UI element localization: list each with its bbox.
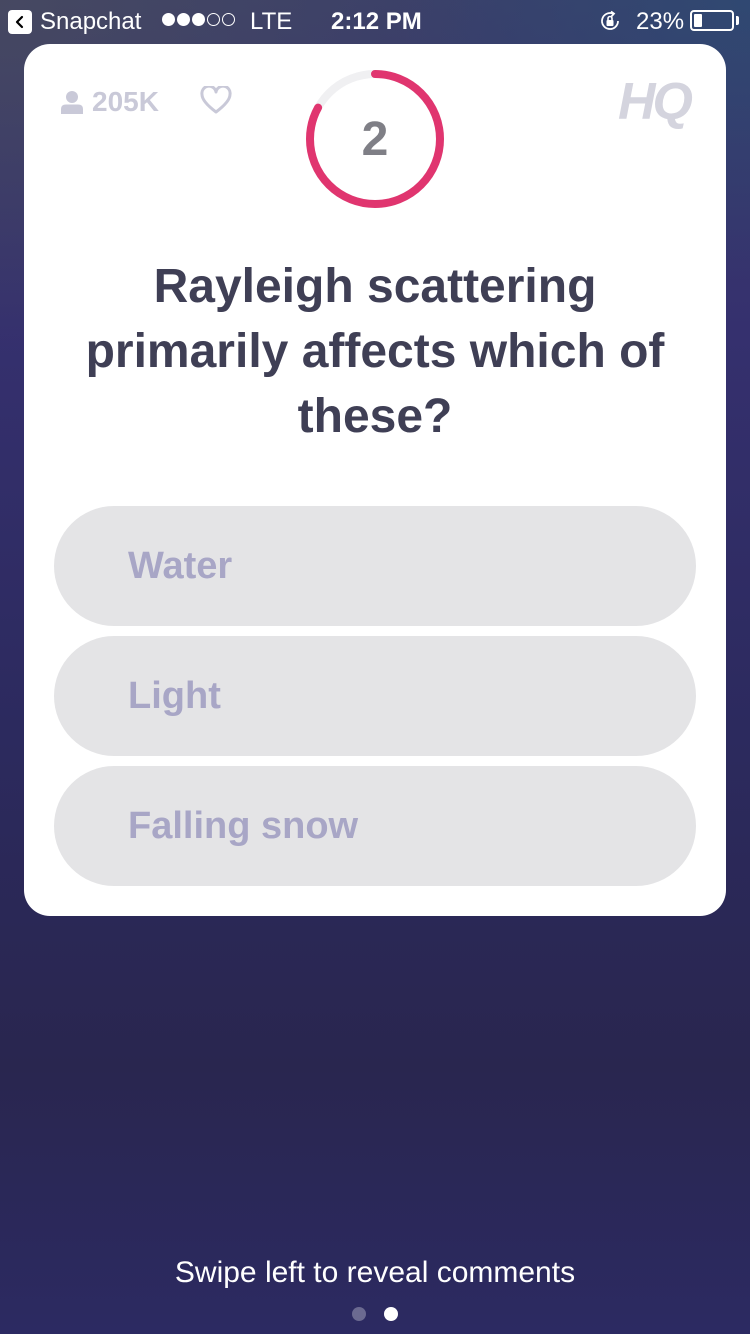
signal-dot — [177, 13, 190, 26]
signal-dot — [222, 13, 235, 26]
battery-icon — [690, 10, 734, 31]
battery-tip — [736, 16, 739, 25]
answer-option-label: Water — [128, 544, 233, 587]
back-to-app-link[interactable]: Snapchat — [8, 8, 141, 36]
battery-percent: 23% — [636, 8, 685, 35]
page-dot[interactable] — [352, 1307, 366, 1321]
heart-icon[interactable] — [200, 86, 232, 114]
question-text: Rayleigh scattering primarily affects wh… — [85, 260, 665, 443]
carrier-label: LTE — [250, 8, 293, 35]
person-icon — [61, 91, 83, 114]
question-card: 205K HQ 2 Rayleigh scattering primarily … — [24, 44, 726, 916]
hq-logo: HQ — [618, 73, 693, 131]
countdown-number: 2 — [361, 112, 389, 166]
answer-option-label: Light — [128, 674, 221, 717]
viewer-count: 205K — [60, 86, 159, 118]
status-time: 2:12 PM — [331, 8, 422, 35]
back-app-label: Snapchat — [40, 8, 142, 35]
answer-option-2[interactable]: Light — [54, 636, 696, 756]
back-chevron-icon — [8, 10, 32, 34]
signal-strength — [162, 13, 235, 26]
signal-dot — [162, 13, 175, 26]
answer-option-3[interactable]: Falling snow — [54, 766, 696, 886]
page-indicator[interactable] — [352, 1307, 398, 1321]
signal-dot — [192, 13, 205, 26]
answer-option-label: Falling snow — [128, 804, 359, 847]
page-dot[interactable] — [384, 1307, 398, 1321]
orientation-lock-icon — [601, 10, 619, 30]
answer-option-1[interactable]: Water — [54, 506, 696, 626]
status-bar: Snapchat LTE 2:12 PM 23% — [0, 0, 750, 40]
countdown-timer: 2 — [304, 68, 446, 210]
swipe-hint: Swipe left to reveal comments — [174, 1256, 576, 1289]
viewer-count-label: 205K — [92, 86, 159, 117]
signal-dot — [207, 13, 220, 26]
